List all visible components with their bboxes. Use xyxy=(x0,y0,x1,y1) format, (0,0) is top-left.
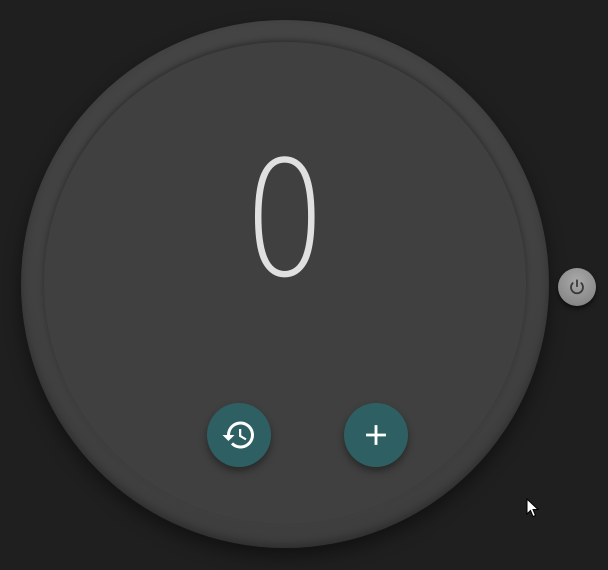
app-stage: 0 xyxy=(0,0,608,570)
power-button[interactable] xyxy=(558,268,596,306)
watch-face: 0 xyxy=(21,20,549,548)
plus-icon xyxy=(359,418,393,452)
watch-dial: 0 xyxy=(44,42,526,524)
add-button[interactable] xyxy=(344,403,408,467)
counter-value: 0 xyxy=(243,126,327,313)
history-icon xyxy=(221,417,257,453)
power-icon xyxy=(568,278,586,296)
mouse-cursor-icon xyxy=(526,497,540,518)
history-button[interactable] xyxy=(207,403,271,467)
